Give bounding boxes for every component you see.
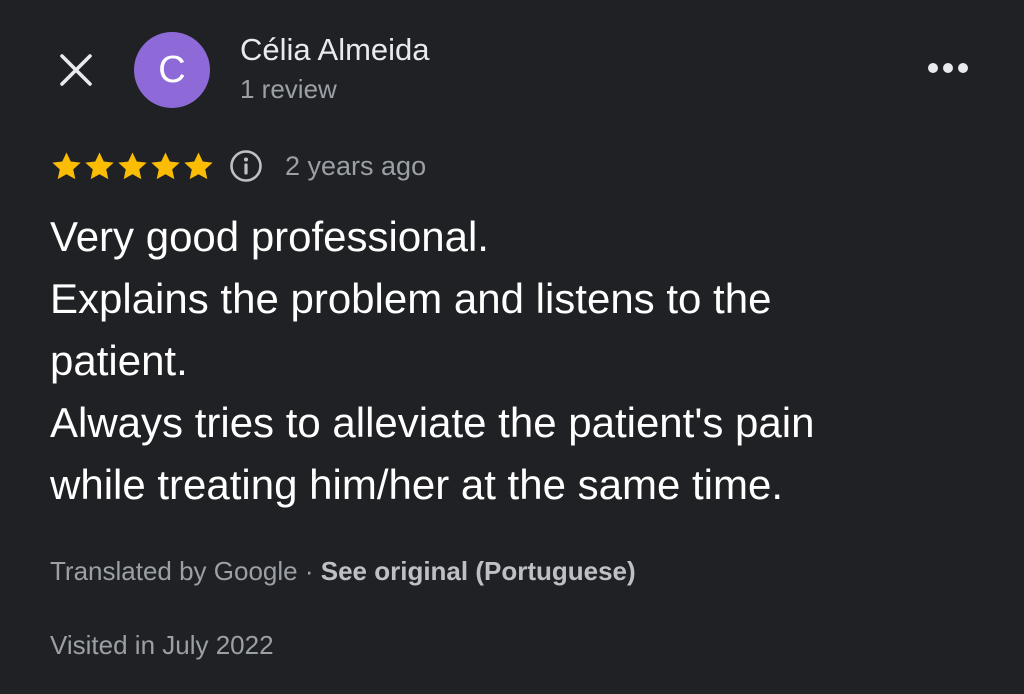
star-icon (151, 151, 180, 179)
review-text-line: patient. (50, 337, 188, 384)
star-icon (52, 151, 81, 179)
info-icon (230, 150, 262, 182)
translation-note: Translated by Google · See original (Por… (50, 556, 636, 587)
star-icon (118, 151, 147, 179)
review-text-line: Explains the problem and listens to the (50, 275, 772, 322)
review-text: Very good professional. Explains the pro… (50, 206, 980, 516)
review-text-line: Very good professional. (50, 213, 489, 260)
star-icon (85, 151, 114, 179)
see-original-link[interactable]: See original (Portuguese) (321, 556, 636, 586)
close-icon (60, 54, 92, 86)
rating-row: 2 years ago (50, 146, 426, 186)
avatar[interactable]: C (134, 32, 210, 108)
star-icon (184, 151, 213, 179)
review-text-line: Always tries to alleviate the patient's … (50, 399, 815, 446)
review-count[interactable]: 1 review (240, 74, 337, 105)
author-name[interactable]: Célia Almeida (240, 32, 430, 68)
info-button[interactable] (229, 149, 263, 183)
review-text-line: while treating him/her at the same time. (50, 461, 783, 508)
translated-by-label: Translated by Google (50, 556, 298, 586)
visited-date: Visited in July 2022 (50, 630, 274, 660)
more-horizontal-icon (928, 63, 968, 73)
more-options-button[interactable] (922, 48, 974, 88)
review-time: 2 years ago (285, 150, 427, 181)
close-button[interactable] (52, 46, 100, 94)
review-detail-page: C Célia Almeida 1 review 2 years ago Ver… (0, 0, 1024, 694)
separator-dot: · (297, 556, 321, 586)
star-rating (50, 150, 215, 183)
